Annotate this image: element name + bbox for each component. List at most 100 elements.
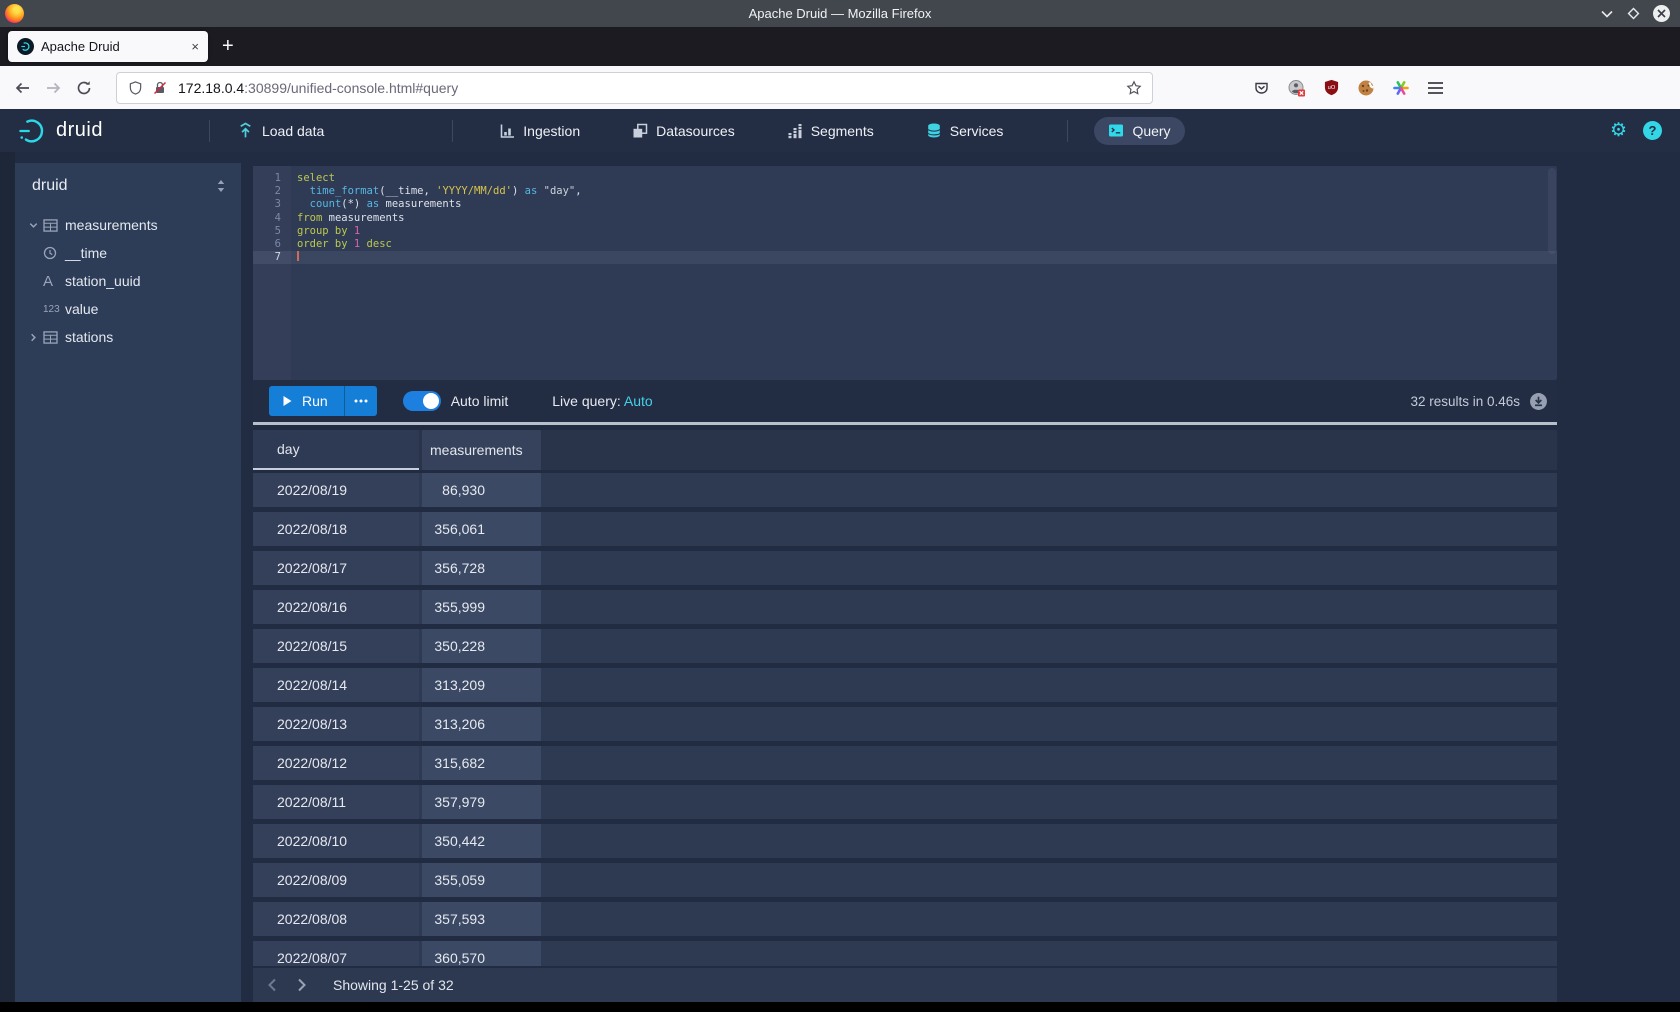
segments-icon xyxy=(787,123,803,139)
cell-measurements[interactable]: 357,593 xyxy=(422,902,541,936)
tree-item-stations[interactable]: stations xyxy=(15,323,241,351)
tree-item-value[interactable]: 123 value xyxy=(15,295,241,323)
cell-measurements[interactable]: 355,999 xyxy=(422,590,541,624)
tree-label: stations xyxy=(65,329,113,345)
chevron-down-icon[interactable] xyxy=(23,220,43,231)
cell-day[interactable]: 2022/08/13 xyxy=(253,707,419,741)
tab-close-icon[interactable]: × xyxy=(191,39,199,54)
code-line[interactable]: from measurements xyxy=(291,212,1557,225)
cell-day[interactable]: 2022/08/11 xyxy=(253,785,419,819)
load-data-icon xyxy=(237,122,254,139)
browser-tab[interactable]: Apache Druid × xyxy=(8,31,208,62)
table-row: 2022/08/13313,206 xyxy=(253,707,1557,741)
minimize-button[interactable] xyxy=(1600,9,1614,19)
clock-icon xyxy=(43,246,65,260)
shield-icon[interactable] xyxy=(128,80,143,96)
nav-item-services[interactable]: Services xyxy=(926,122,1004,139)
cell-measurements[interactable]: 355,059 xyxy=(422,863,541,897)
sql-editor[interactable]: 1234567 select time_format(__time, 'YYYY… xyxy=(253,166,1557,380)
screen: Apache Druid — Mozilla Firefox Apache Dr… xyxy=(0,0,1680,1012)
auto-limit-toggle[interactable] xyxy=(403,391,441,411)
asterisk-extension-icon[interactable] xyxy=(1392,79,1410,97)
cell-measurements[interactable]: 350,228 xyxy=(422,629,541,663)
live-query-control[interactable]: Live query: Auto xyxy=(552,393,652,409)
desktop-background xyxy=(0,1002,1680,1012)
live-query-value[interactable]: Auto xyxy=(624,393,653,409)
cell-day[interactable]: 2022/08/17 xyxy=(253,551,419,585)
cell-day[interactable]: 2022/08/15 xyxy=(253,629,419,663)
cell-measurements[interactable]: 315,682 xyxy=(422,746,541,780)
live-query-label: Live query: xyxy=(552,393,620,409)
cell-day[interactable]: 2022/08/16 xyxy=(253,590,419,624)
nav-item-load-data[interactable]: Load data xyxy=(237,122,324,139)
prev-page-button[interactable] xyxy=(267,978,277,992)
nav-item-segments[interactable]: Segments xyxy=(787,123,874,139)
pane-resize-divider[interactable] xyxy=(253,422,1557,425)
tree-item-measurements[interactable]: measurements xyxy=(15,211,241,239)
column-header-measurements[interactable]: measurements xyxy=(422,430,541,470)
table-row: 2022/08/10350,442 xyxy=(253,824,1557,858)
lock-insecure-icon[interactable] xyxy=(152,80,168,96)
cell-day[interactable]: 2022/08/10 xyxy=(253,824,419,858)
editor-scrollbar[interactable] xyxy=(1548,168,1556,254)
tree-item-time[interactable]: __time xyxy=(15,239,241,267)
nav-label: Query xyxy=(1132,123,1170,139)
cell-measurements[interactable]: 313,209 xyxy=(422,668,541,702)
maximize-button[interactable] xyxy=(1627,7,1640,20)
druid-brand[interactable]: druid xyxy=(18,117,103,144)
menu-hamburger-icon[interactable] xyxy=(1427,81,1444,95)
cell-measurements[interactable]: 86,930 xyxy=(422,473,541,507)
cell-measurements[interactable]: 356,061 xyxy=(422,512,541,546)
download-icon[interactable] xyxy=(1529,392,1548,411)
cell-day[interactable]: 2022/08/14 xyxy=(253,668,419,702)
extension-disabled-icon[interactable] xyxy=(1287,79,1306,97)
new-tab-button[interactable]: + xyxy=(222,35,234,58)
cell-day[interactable]: 2022/08/07 xyxy=(253,941,419,966)
code-line[interactable]: select xyxy=(291,172,1557,185)
cell-day[interactable]: 2022/08/08 xyxy=(253,902,419,936)
table-row: 2022/08/14313,209 xyxy=(253,668,1557,702)
chevron-right-icon[interactable] xyxy=(23,332,43,343)
editor-code[interactable]: select time_format(__time, 'YYYY/MM/dd')… xyxy=(291,166,1557,380)
nav-item-datasources[interactable]: Datasources xyxy=(632,123,735,139)
cell-day[interactable]: 2022/08/18 xyxy=(253,512,419,546)
close-button[interactable] xyxy=(1653,5,1670,22)
ublock-icon[interactable]: uO xyxy=(1323,79,1340,96)
cell-measurements[interactable]: 360,570 xyxy=(422,941,541,966)
code-line[interactable]: group by 1 xyxy=(291,225,1557,238)
next-page-button[interactable] xyxy=(297,978,307,992)
cell-day[interactable]: 2022/08/19 xyxy=(253,473,419,507)
sort-icon[interactable] xyxy=(215,179,227,193)
cookie-icon[interactable] xyxy=(1357,79,1375,97)
code-line[interactable]: order by 1 desc xyxy=(291,238,1557,251)
cell-day[interactable]: 2022/08/09 xyxy=(253,863,419,897)
help-icon[interactable]: ? xyxy=(1643,121,1662,140)
run-more-button[interactable] xyxy=(344,386,377,416)
cell-day[interactable]: 2022/08/12 xyxy=(253,746,419,780)
cell-measurements[interactable]: 356,728 xyxy=(422,551,541,585)
druid-logo-icon xyxy=(18,117,48,144)
nav-label: Load data xyxy=(262,123,324,139)
column-header-day[interactable]: day xyxy=(253,430,419,470)
url-bar[interactable]: 172.18.0.4:30899/unified-console.html#qu… xyxy=(116,72,1153,104)
forward-button[interactable] xyxy=(45,80,62,96)
code-line[interactable]: time_format(__time, 'YYYY/MM/dd') as "da… xyxy=(291,185,1557,198)
pocket-icon[interactable] xyxy=(1253,80,1270,96)
datasources-icon xyxy=(632,123,648,139)
cell-measurements[interactable]: 350,442 xyxy=(422,824,541,858)
bookmark-star-icon[interactable] xyxy=(1126,80,1142,96)
code-line[interactable] xyxy=(291,251,1557,264)
settings-gear-icon[interactable]: ⚙ xyxy=(1610,121,1627,140)
cell-measurements[interactable]: 313,206 xyxy=(422,707,541,741)
run-button[interactable]: Run xyxy=(269,386,344,416)
cell-measurements[interactable]: 357,979 xyxy=(422,785,541,819)
tab-title: Apache Druid xyxy=(41,39,120,54)
code-line[interactable]: count(*) as measurements xyxy=(291,198,1557,211)
schema-sidebar: druid measurements xyxy=(15,163,241,1002)
pagination-bar: Showing 1-25 of 32 xyxy=(253,968,1557,1002)
reload-button[interactable] xyxy=(76,80,92,96)
tree-item-station-uuid[interactable]: A station_uuid xyxy=(15,267,241,295)
nav-item-query[interactable]: Query xyxy=(1094,117,1184,145)
nav-item-ingestion[interactable]: Ingestion xyxy=(499,123,580,139)
back-button[interactable] xyxy=(14,80,31,96)
